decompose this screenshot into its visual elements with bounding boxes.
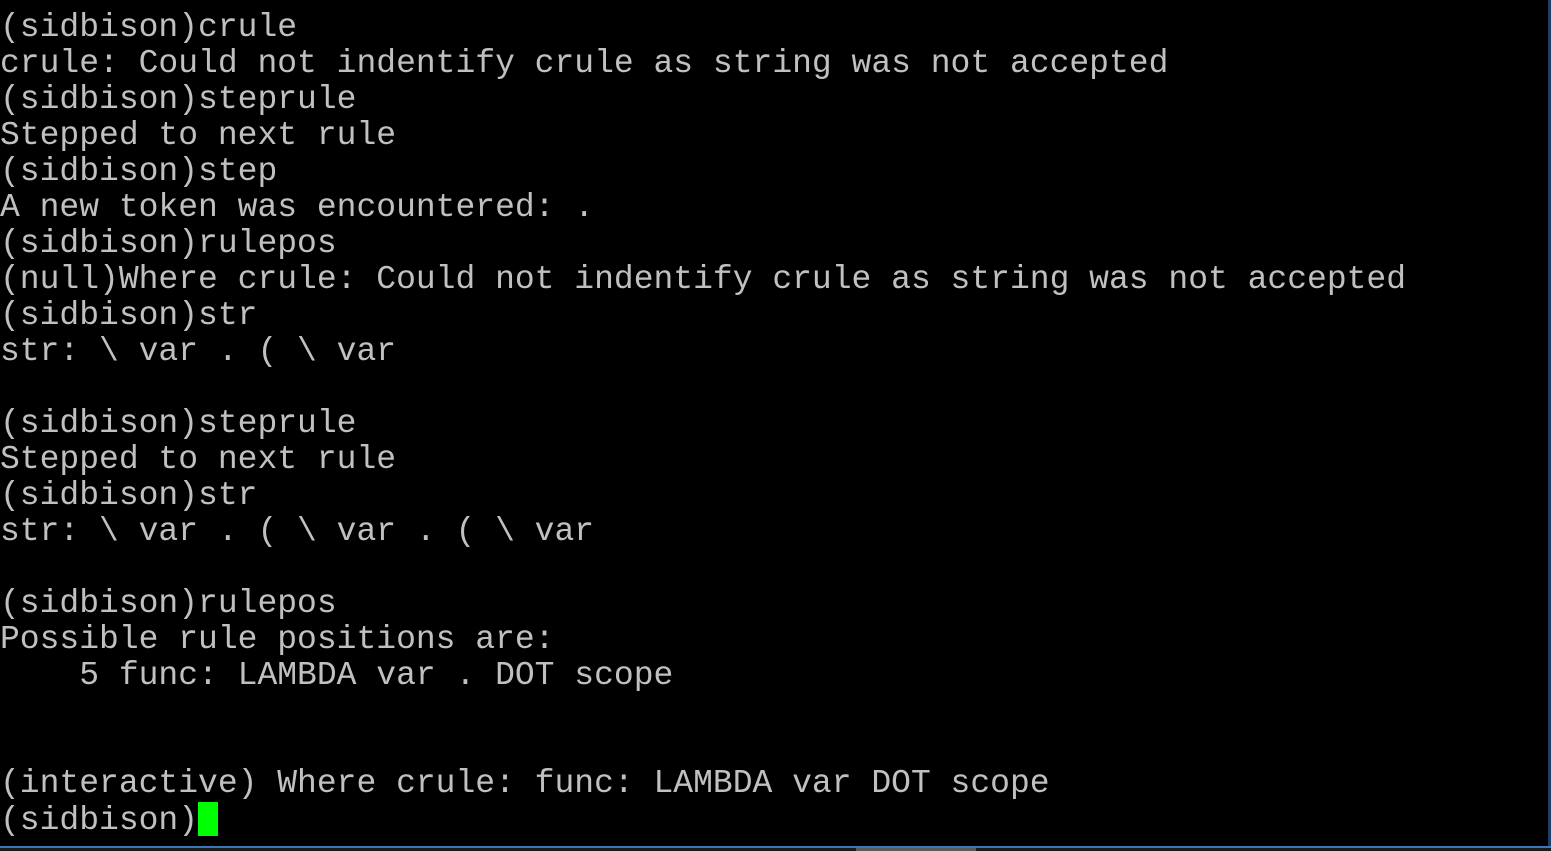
prompt-line[interactable]: (sidbison) [0, 802, 1551, 839]
terminal-line: Possible rule positions are: [0, 621, 555, 658]
terminal-line: (sidbison)str [0, 477, 258, 514]
terminal-window[interactable]: (sidbison)crule crule: Could not indenti… [0, 0, 1551, 846]
terminal-line: (sidbison)str [0, 297, 258, 334]
terminal-line: (sidbison)rulepos [0, 225, 337, 262]
prompt-text: (sidbison) [0, 802, 199, 839]
terminal-line: (sidbison)steprule [0, 81, 357, 118]
terminal-line: (interactive) Where crule: func: LAMBDA … [0, 765, 1050, 802]
terminal-line: Stepped to next rule [0, 441, 397, 478]
terminal-line: 5 func: LAMBDA var . DOT scope [0, 657, 674, 694]
horizontal-scrollbar[interactable] [0, 846, 1551, 851]
terminal-line: crule: Could not indentify crule as stri… [0, 45, 1169, 82]
text-cursor [198, 802, 219, 836]
terminal-line: str: \ var . ( \ var . ( \ var [0, 513, 595, 550]
terminal-line: (sidbison)step [0, 153, 278, 190]
terminal-line: (sidbison)rulepos [0, 585, 337, 622]
terminal-line: A new token was encountered: . [0, 189, 595, 226]
terminal-line: (null)Where crule: Could not indentify c… [0, 261, 1407, 298]
terminal-line: (sidbison)crule [0, 9, 298, 46]
terminal-line: (sidbison)steprule [0, 405, 357, 442]
terminal-line: Stepped to next rule [0, 117, 397, 154]
terminal-line: str: \ var . ( \ var [0, 333, 397, 370]
